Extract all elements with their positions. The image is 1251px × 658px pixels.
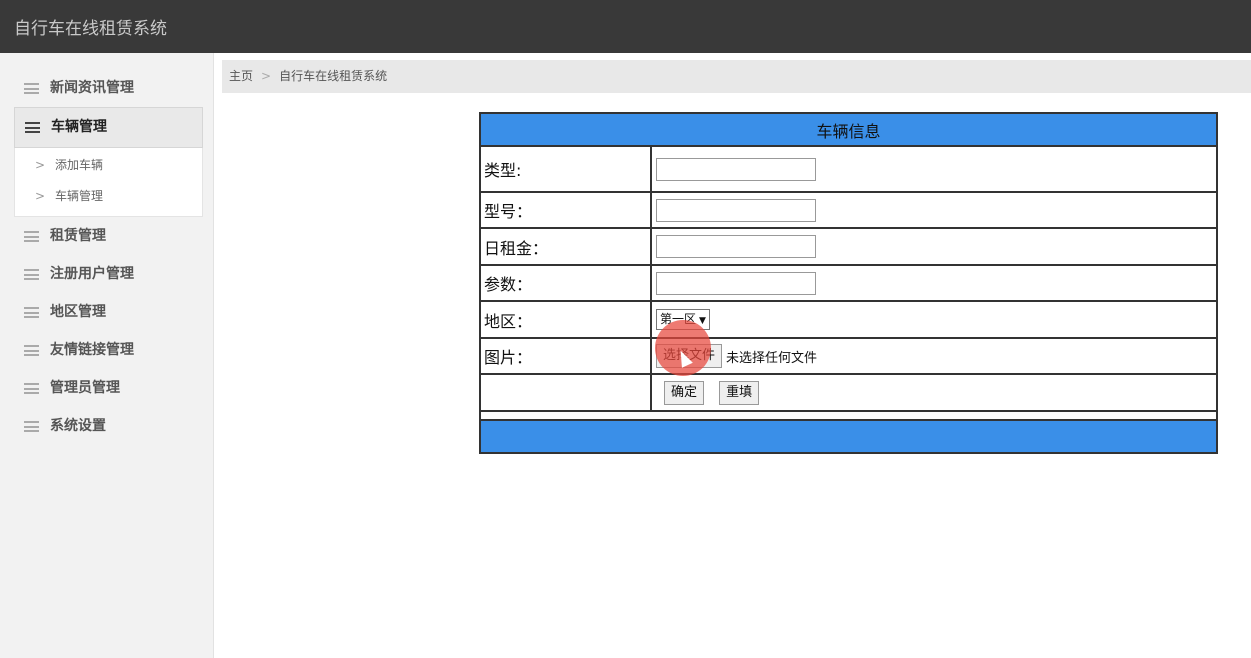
- form-row-params: 参数：: [479, 264, 1218, 302]
- sidebar-item-label: 友情链接管理: [50, 342, 134, 358]
- chevron-right-icon: >: [35, 158, 46, 172]
- sidebar-item-users[interactable]: 注册用户管理: [14, 255, 203, 293]
- file-status: 未选择任何文件: [726, 350, 818, 366]
- form-title: 车辆信息: [479, 112, 1218, 147]
- form-row-model: 型号：: [479, 191, 1218, 229]
- chevron-right-icon: >: [35, 189, 46, 203]
- sidebar-item-settings[interactable]: 系统设置: [14, 407, 203, 445]
- sidebar-item-news[interactable]: 新闻资讯管理: [14, 69, 203, 107]
- model-label: 型号：: [479, 191, 652, 229]
- params-input[interactable]: [656, 271, 816, 295]
- sidebar: 新闻资讯管理 车辆管理 > 添加车辆 > 车辆管理 租赁管理 注册用户管理 地区…: [0, 53, 214, 658]
- breadcrumb-current: 自行车在线租赁系统: [279, 69, 388, 83]
- chevron-right-icon: >: [261, 69, 272, 83]
- sidebar-item-label: 系统设置: [50, 418, 106, 434]
- region-label: 地区：: [479, 300, 652, 339]
- sidebar-item-label: 管理员管理: [50, 380, 120, 396]
- sidebar-subitem-add-vehicle[interactable]: > 添加车辆: [15, 150, 202, 181]
- sidebar-item-regions[interactable]: 地区管理: [14, 293, 203, 331]
- menu-icon: [24, 345, 39, 356]
- sidebar-item-label: 地区管理: [50, 304, 106, 320]
- vehicles-submenu: > 添加车辆 > 车辆管理: [14, 148, 203, 217]
- model-input[interactable]: [656, 198, 816, 222]
- region-select[interactable]: 第一区 ▼: [656, 309, 710, 330]
- form-header-row: 车辆信息: [479, 112, 1218, 147]
- form-row-region: 地区： 第一区 ▼: [479, 300, 1218, 339]
- form-row-rent: 日租金：: [479, 227, 1218, 266]
- menu-icon: [24, 231, 39, 242]
- menu-icon: [24, 383, 39, 394]
- app-title: 自行车在线租赁系统: [14, 19, 167, 39]
- menu-icon: [25, 122, 40, 133]
- vehicle-info-form: 车辆信息 类型: 型号： 日租金： 参数： 地区： 第一区 ▼ 图片： 选择文件未…: [479, 112, 1218, 454]
- submit-button[interactable]: 确定: [664, 380, 705, 405]
- form-row-image: 图片： 选择文件 未选择任何文件: [479, 337, 1218, 375]
- chevron-down-icon: ▼: [699, 316, 706, 326]
- sidebar-item-rentals[interactable]: 租赁管理: [14, 217, 203, 255]
- breadcrumb: 主页 > 自行车在线租赁系统: [222, 60, 1251, 93]
- sidebar-menu: 新闻资讯管理 车辆管理 > 添加车辆 > 车辆管理 租赁管理 注册用户管理 地区…: [14, 69, 203, 445]
- breadcrumb-home[interactable]: 主页: [229, 69, 253, 83]
- sidebar-item-label: 新闻资讯管理: [50, 80, 134, 96]
- reset-button[interactable]: 重填: [719, 380, 760, 405]
- params-label: 参数：: [479, 264, 652, 302]
- sidebar-subitem-manage-vehicles[interactable]: > 车辆管理: [15, 181, 202, 212]
- form-row-type: 类型:: [479, 145, 1218, 193]
- sidebar-subitem-label: 车辆管理: [55, 189, 104, 203]
- menu-icon: [24, 307, 39, 318]
- image-label: 图片：: [479, 337, 652, 375]
- sidebar-item-admins[interactable]: 管理员管理: [14, 369, 203, 407]
- top-header: 自行车在线租赁系统: [0, 0, 1251, 53]
- menu-icon: [24, 269, 39, 280]
- sidebar-item-links[interactable]: 友情链接管理: [14, 331, 203, 369]
- sidebar-item-vehicles[interactable]: 车辆管理: [14, 107, 203, 148]
- daily-rent-input[interactable]: [656, 235, 816, 258]
- sidebar-item-label: 租赁管理: [50, 228, 106, 244]
- region-select-value: 第一区: [660, 312, 697, 326]
- form-row-actions: 确定 重填: [479, 373, 1218, 412]
- type-label: 类型:: [479, 145, 652, 193]
- form-footer-row: [479, 419, 1218, 454]
- sidebar-item-label: 车辆管理: [51, 119, 107, 135]
- menu-icon: [24, 83, 39, 94]
- rent-label: 日租金：: [479, 227, 652, 266]
- form-spacer-row: [479, 410, 1218, 421]
- menu-icon: [24, 421, 39, 432]
- sidebar-item-label: 注册用户管理: [50, 266, 134, 282]
- type-input[interactable]: [656, 157, 816, 181]
- sidebar-subitem-label: 添加车辆: [55, 158, 104, 172]
